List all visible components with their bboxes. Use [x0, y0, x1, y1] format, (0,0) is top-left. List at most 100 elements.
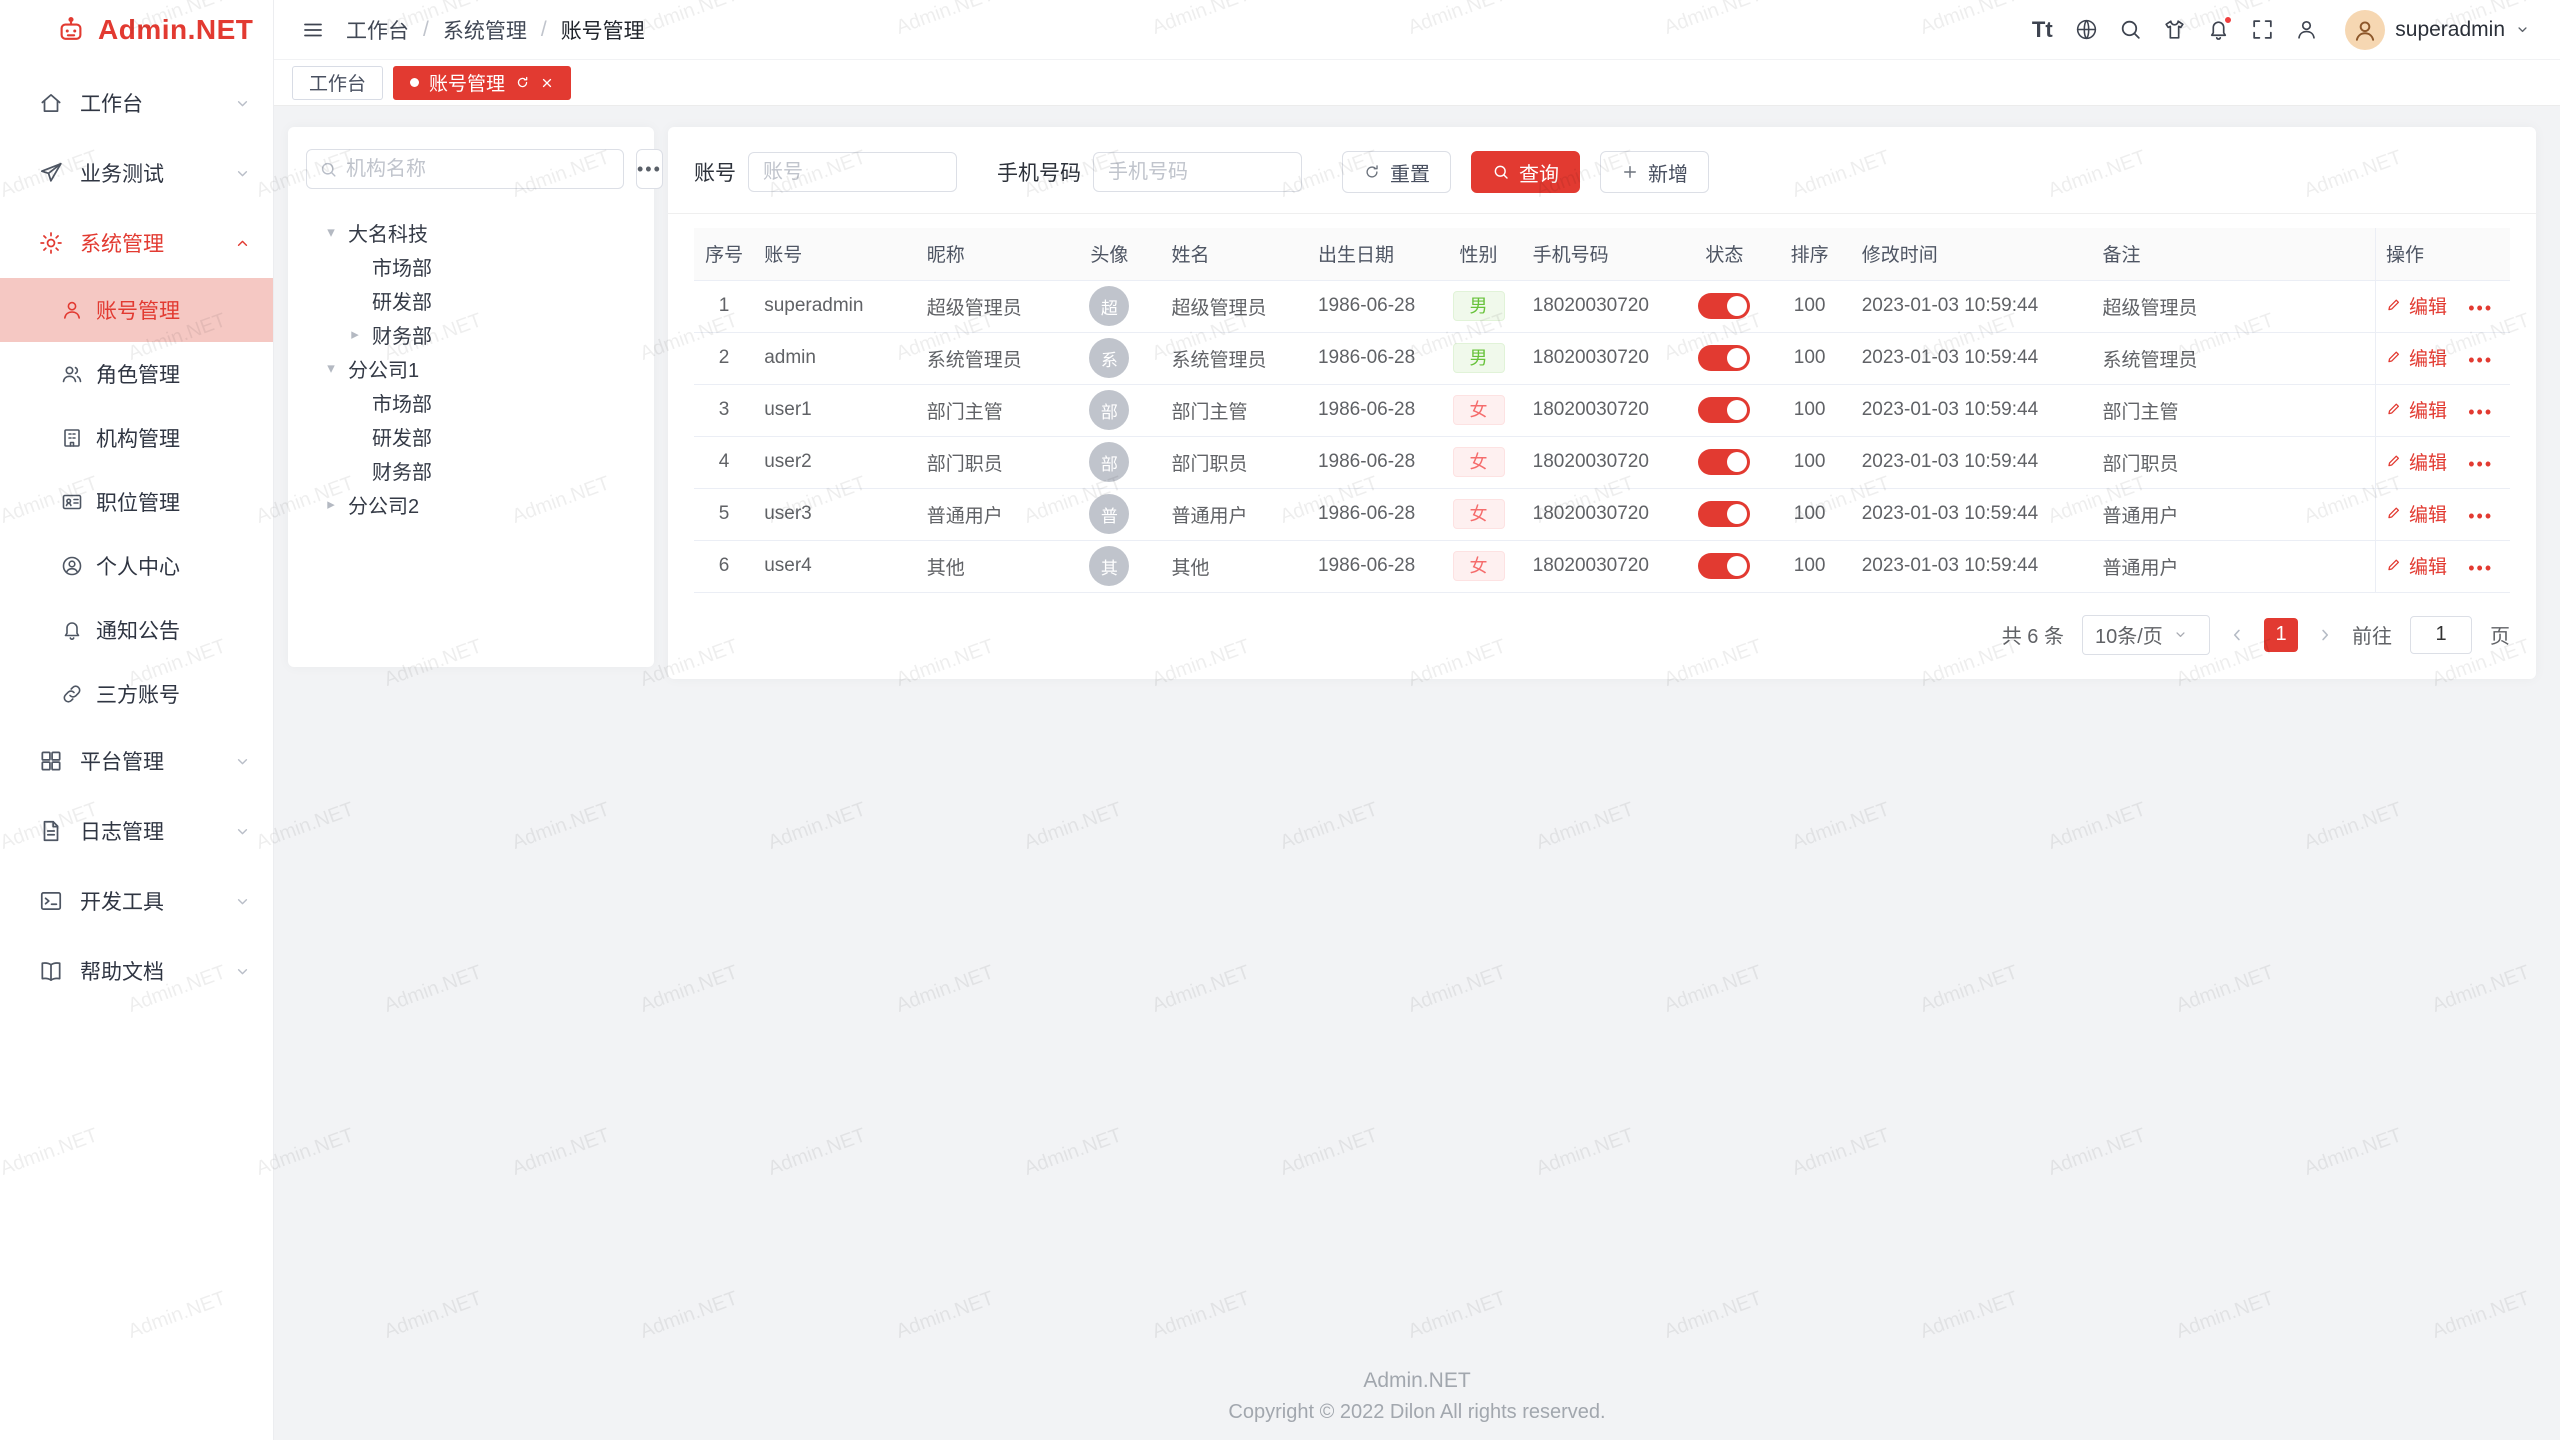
- user-settings-icon[interactable]: [2291, 9, 2321, 51]
- cell-remark: 部门职员: [2093, 436, 2376, 488]
- tab-close-icon[interactable]: [540, 76, 554, 90]
- sidebar-item-role-management[interactable]: 角色管理: [0, 342, 273, 406]
- tree-node[interactable]: 研发部: [306, 283, 636, 317]
- tree-node[interactable]: 财务部: [306, 453, 636, 487]
- row-more-button[interactable]: [2468, 454, 2493, 476]
- tab-workbench[interactable]: 工作台: [292, 66, 383, 100]
- tree-node[interactable]: ▾ 分公司1: [306, 351, 636, 385]
- tree-node[interactable]: ▸ 财务部: [306, 317, 636, 351]
- search-button[interactable]: 查询: [1471, 151, 1580, 193]
- cell-remark: 部门主管: [2093, 384, 2376, 436]
- reset-button[interactable]: 重置: [1342, 151, 1451, 193]
- phone-filter-input[interactable]: [1093, 152, 1302, 192]
- sidebar-item-label: 机构管理: [96, 423, 180, 453]
- tree-caret-icon[interactable]: ▾: [320, 359, 342, 377]
- status-toggle[interactable]: [1698, 397, 1750, 423]
- table-header-row: 序号 账号 昵称 头像 姓名 出生日期 性别 手机号码 状态 排序 修改时间 备…: [694, 228, 2510, 280]
- account-filter-input[interactable]: [748, 152, 957, 192]
- gender-badge: 女: [1453, 499, 1505, 529]
- active-tab-dot: [410, 78, 419, 87]
- sidebar-item-platform-management[interactable]: 平台管理: [0, 726, 273, 796]
- status-toggle[interactable]: [1698, 449, 1750, 475]
- language-globe-icon[interactable]: [2071, 9, 2101, 51]
- row-more-button[interactable]: [2468, 298, 2493, 320]
- sidebar-item-workbench[interactable]: 工作台: [0, 68, 273, 138]
- sidebar-item-account-management[interactable]: 账号管理: [0, 278, 273, 342]
- edit-button[interactable]: 编辑: [2386, 500, 2447, 527]
- notification-bell-icon[interactable]: [2203, 9, 2233, 51]
- font-size-icon[interactable]: [2027, 9, 2057, 51]
- tree-node-label: 财务部: [372, 456, 432, 485]
- sidebar-item-personal-center[interactable]: 个人中心: [0, 534, 273, 598]
- tab-account-management[interactable]: 账号管理: [393, 66, 571, 100]
- tree-caret-icon[interactable]: ▾: [320, 223, 342, 241]
- cell-birthdate: 1986-06-28: [1308, 488, 1434, 540]
- tree-node[interactable]: ▸ 分公司2: [306, 487, 636, 521]
- theme-skin-icon[interactable]: [2159, 9, 2189, 51]
- cell-remark: 超级管理员: [2093, 280, 2376, 332]
- sidebar-item-notice[interactable]: 通知公告: [0, 598, 273, 662]
- status-toggle[interactable]: [1698, 553, 1750, 579]
- row-more-button[interactable]: [2468, 402, 2493, 424]
- goto-page-input[interactable]: [2410, 616, 2472, 654]
- tab-refresh-icon[interactable]: [515, 75, 530, 90]
- cell-phone: 18020030720: [1523, 384, 1682, 436]
- breadcrumb-separator: /: [423, 18, 429, 42]
- edit-button[interactable]: 编辑: [2386, 396, 2447, 423]
- breadcrumb-workbench[interactable]: 工作台: [346, 15, 409, 45]
- cell-gender: 女: [1434, 540, 1522, 592]
- edit-button[interactable]: 编辑: [2386, 292, 2447, 319]
- edit-button[interactable]: 编辑: [2386, 552, 2447, 579]
- account-filter-label: 账号: [694, 157, 736, 187]
- sidebar-item-dev-tools[interactable]: 开发工具: [0, 866, 273, 936]
- sidebar-item-label: 账号管理: [96, 295, 180, 325]
- sidebar-item-org-management[interactable]: 机构管理: [0, 406, 273, 470]
- org-search-input[interactable]: [346, 158, 611, 181]
- sidebar-item-help-docs[interactable]: 帮助文档: [0, 936, 273, 1006]
- cell-account: user1: [754, 384, 917, 436]
- col-avatar: 头像: [1057, 228, 1161, 280]
- user-menu[interactable]: superadmin: [2345, 10, 2530, 50]
- id-card-icon: [60, 490, 84, 514]
- collapse-menu-icon[interactable]: [298, 9, 328, 51]
- add-button[interactable]: 新增: [1600, 151, 1709, 193]
- grid-icon: [38, 748, 64, 774]
- app-logo[interactable]: Admin.NET: [0, 0, 273, 60]
- cell-status: [1681, 436, 1767, 488]
- sidebar-item-system-management[interactable]: 系统管理: [0, 208, 273, 278]
- search-icon[interactable]: [2115, 9, 2145, 51]
- tree-node[interactable]: 研发部: [306, 419, 636, 453]
- tree-search-bar: [306, 149, 636, 189]
- sidebar-item-business-test[interactable]: 业务测试: [0, 138, 273, 208]
- status-toggle[interactable]: [1698, 345, 1750, 371]
- tree-node[interactable]: ▾ 大名科技: [306, 215, 636, 249]
- tree-caret-icon[interactable]: ▸: [320, 495, 342, 513]
- row-more-button[interactable]: [2468, 558, 2493, 580]
- prev-page-button[interactable]: [2228, 626, 2246, 644]
- sidebar-item-third-party-account[interactable]: 三方账号: [0, 662, 273, 726]
- status-toggle[interactable]: [1698, 501, 1750, 527]
- chevron-down-icon: [2173, 627, 2188, 642]
- tree-node[interactable]: 市场部: [306, 385, 636, 419]
- org-search-field[interactable]: [306, 149, 624, 189]
- row-more-button[interactable]: [2468, 350, 2493, 372]
- cell-order: 100: [1767, 384, 1851, 436]
- cell-account: user4: [754, 540, 917, 592]
- tree-node[interactable]: 市场部: [306, 249, 636, 283]
- breadcrumb-system-management[interactable]: 系统管理: [443, 15, 527, 45]
- row-more-button[interactable]: [2468, 506, 2493, 528]
- page-unit-label: 页: [2490, 620, 2510, 649]
- sidebar-item-position-management[interactable]: 职位管理: [0, 470, 273, 534]
- tree-caret-icon[interactable]: ▸: [344, 325, 366, 343]
- fullscreen-icon[interactable]: [2247, 9, 2277, 51]
- cell-gender: 男: [1434, 280, 1522, 332]
- tab-label: 工作台: [309, 69, 366, 96]
- edit-button[interactable]: 编辑: [2386, 448, 2447, 475]
- tree-more-button[interactable]: [636, 149, 663, 189]
- sidebar-item-log-management[interactable]: 日志管理: [0, 796, 273, 866]
- next-page-button[interactable]: [2316, 626, 2334, 644]
- page-size-select[interactable]: 10条/页: [2082, 615, 2210, 655]
- edit-button[interactable]: 编辑: [2386, 344, 2447, 371]
- page-number-1[interactable]: 1: [2264, 618, 2298, 652]
- status-toggle[interactable]: [1698, 293, 1750, 319]
